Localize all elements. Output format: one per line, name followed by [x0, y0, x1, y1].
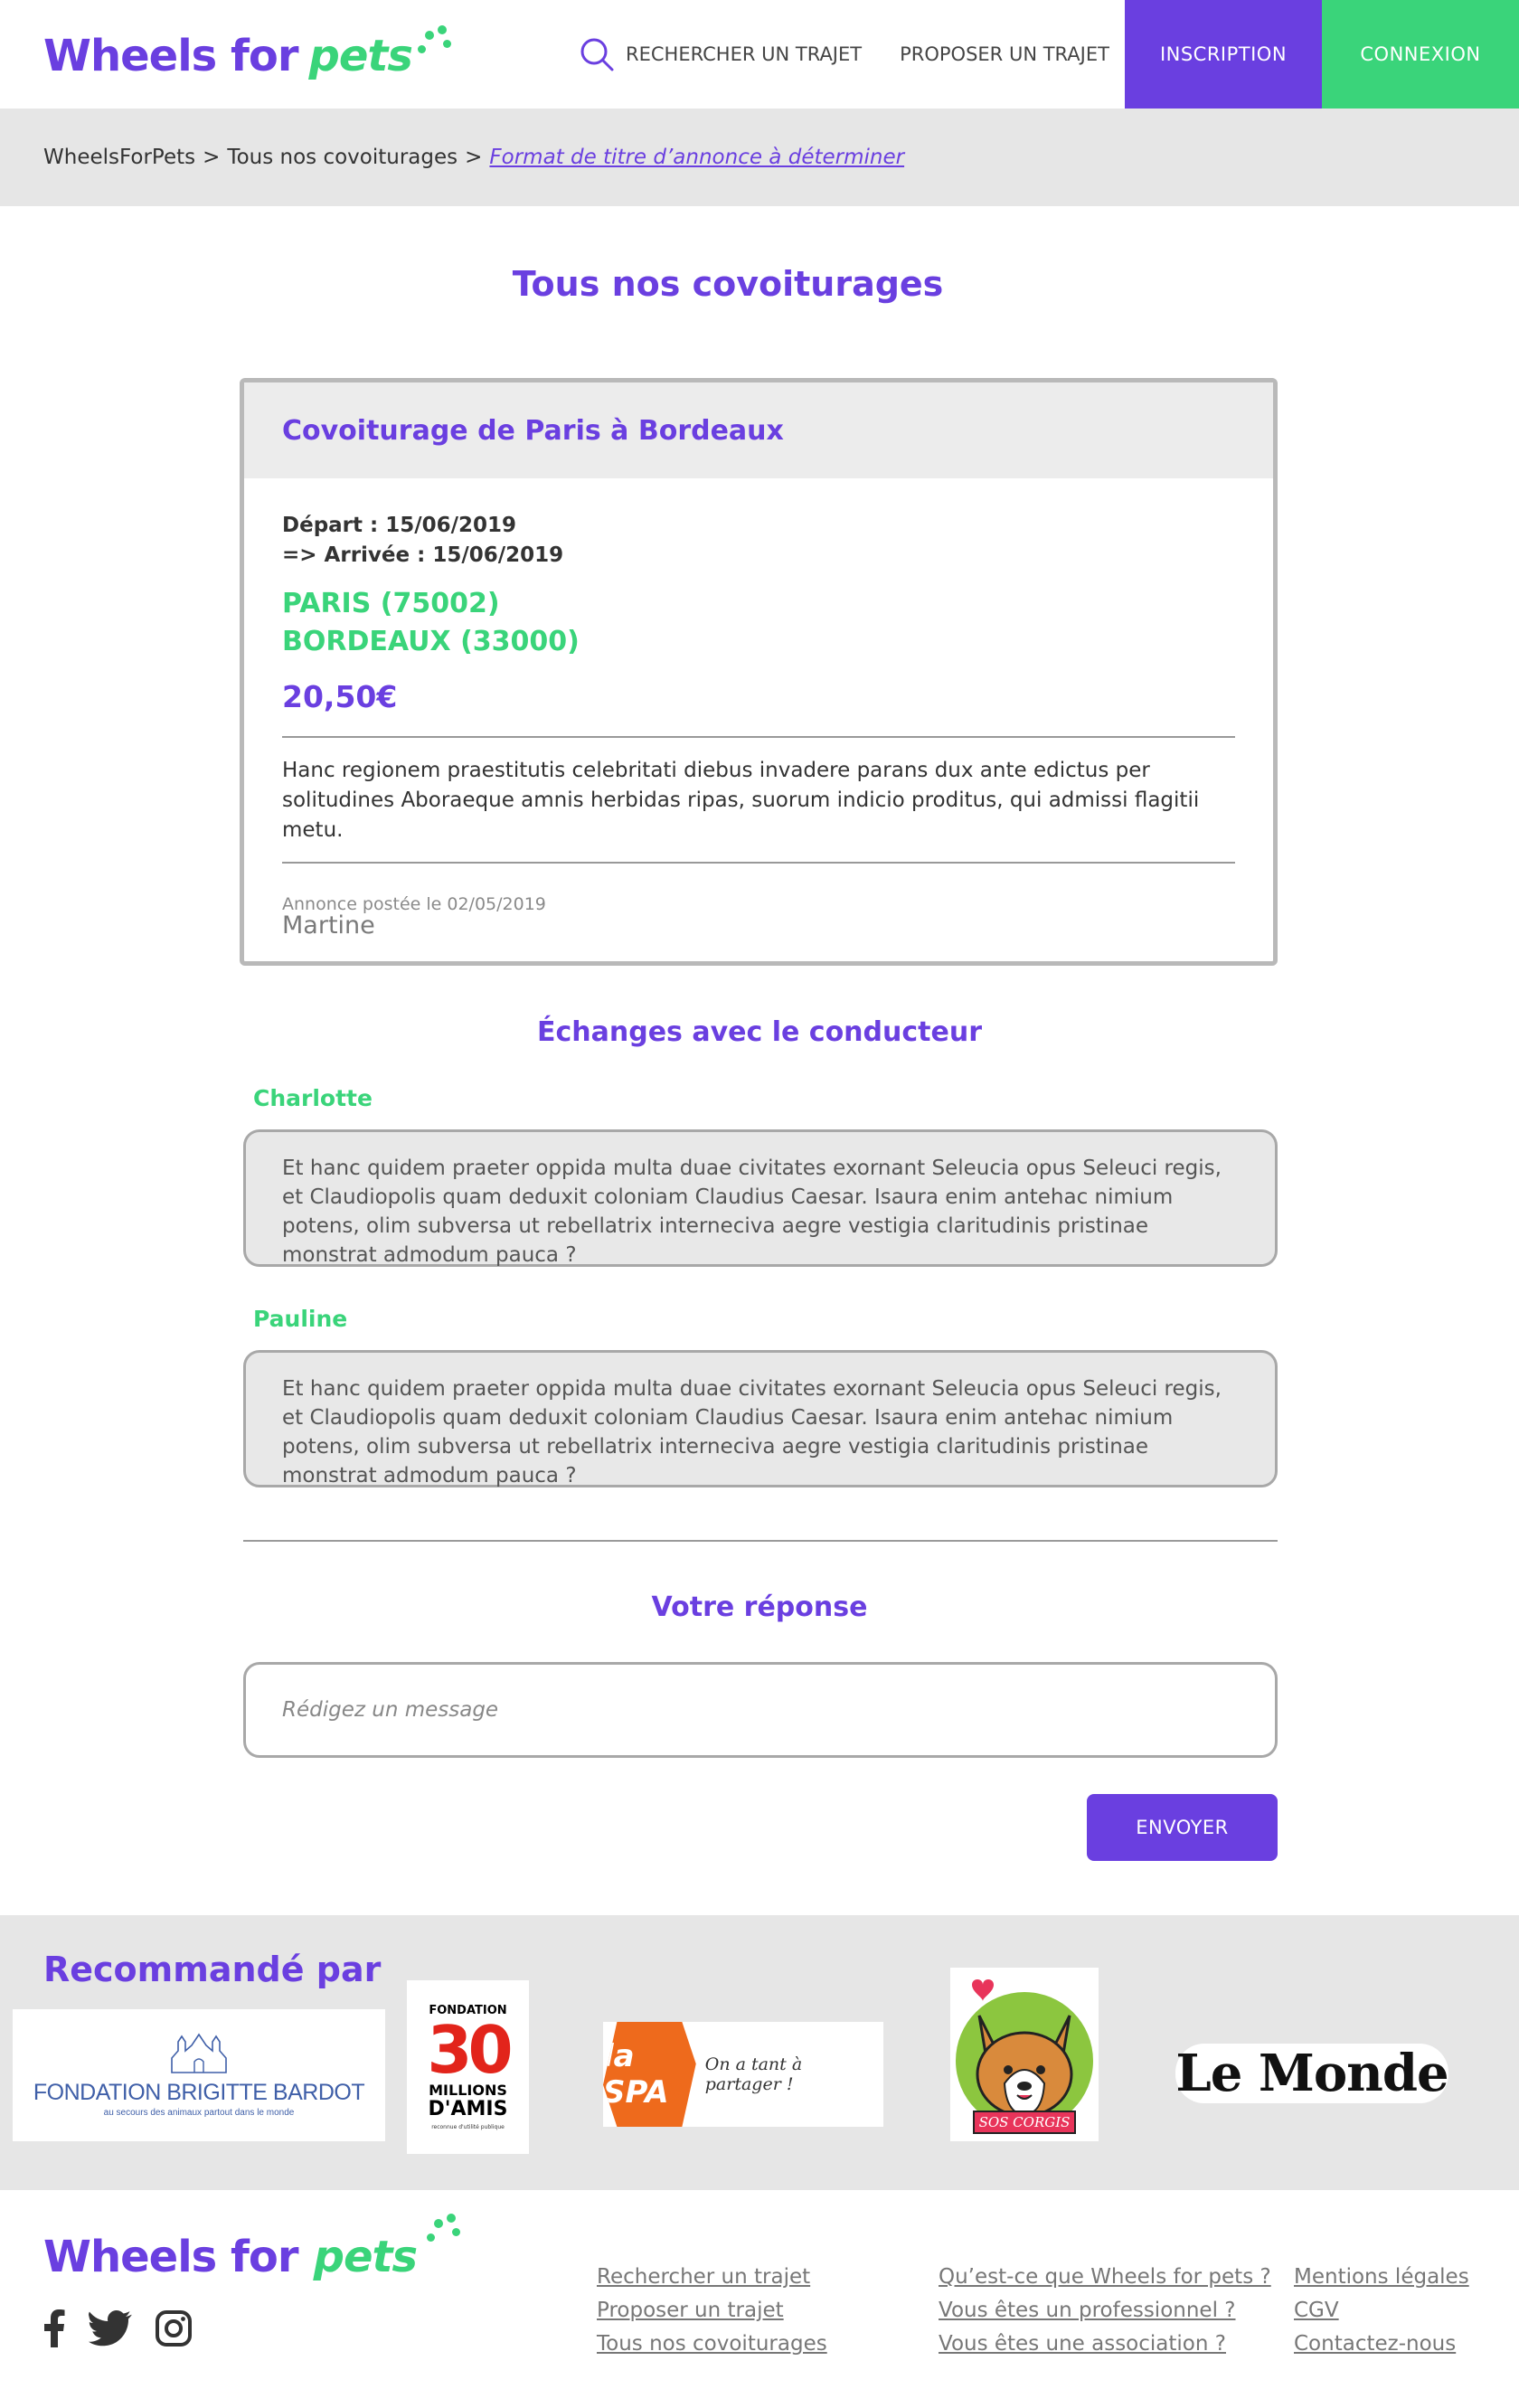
- ride-cities: PARIS (75002) BORDEAUX (33000): [282, 585, 1235, 661]
- nav-search-trip[interactable]: RECHERCHER UN TRAJET: [579, 36, 862, 72]
- breadcrumb: WheelsForPets > Tous nos covoiturages > …: [0, 109, 1519, 206]
- spa-name: la SPA: [603, 2038, 669, 2111]
- spa-tagline: On a tant à partager !: [704, 2054, 803, 2094]
- ride-card: Covoiturage de Paris à Bordeaux Départ :…: [240, 378, 1278, 966]
- logo-la-spa[interactable]: la SPA On a tant à partager !: [603, 2022, 883, 2127]
- to-city: BORDEAUX (33000): [282, 626, 580, 657]
- message-author: Charlotte: [253, 1085, 373, 1111]
- partners-section: Recommandé par FONDATION BRIGITTE BARDOT…: [0, 1915, 1519, 2190]
- logo-main-text: Wheels for: [43, 31, 298, 81]
- logo-30-millions-damis[interactable]: FONDATION 30 MILLIONS D'AMIS reconnue d'…: [407, 1980, 529, 2154]
- logo-le-monde[interactable]: Le Monde: [1175, 2044, 1449, 2103]
- footer-col-legal: Mentions légales CGV Contactez-nous: [1294, 2261, 1469, 2361]
- departure-date: Départ : 15/06/2019: [282, 514, 517, 537]
- main-nav: RECHERCHER UN TRAJET PROPOSER UN TRAJET: [579, 0, 1147, 109]
- arrival-date: => Arrivée : 15/06/2019: [282, 543, 564, 567]
- le-monde-wordmark: Le Monde: [1175, 2044, 1448, 2103]
- message-bubble: Et hanc quidem praeter oppida multa duae…: [243, 1350, 1278, 1487]
- message-input[interactable]: [243, 1662, 1278, 1758]
- message-author: Pauline: [253, 1306, 348, 1332]
- message-bubble: Et hanc quidem praeter oppida multa duae…: [243, 1129, 1278, 1267]
- login-button[interactable]: CONNEXION: [1322, 0, 1519, 109]
- footer-link-association[interactable]: Vous êtes une association ?: [939, 2328, 1271, 2361]
- partners-title: Recommandé par: [43, 1950, 382, 1989]
- logo-fondation-brigitte-bardot[interactable]: FONDATION BRIGITTE BARDOT au secours des…: [13, 2009, 385, 2141]
- section-divider: [243, 1540, 1278, 1542]
- corgi-icon: SOS CORGIS: [956, 1979, 1093, 2134]
- footer-logo[interactable]: Wheels for pets: [43, 2214, 461, 2282]
- ride-price: 20,50€: [282, 679, 398, 714]
- instagram-icon[interactable]: [156, 2310, 192, 2347]
- breadcrumb-separator: >: [465, 146, 483, 169]
- footer-link-about[interactable]: Qu’est-ce que Wheels for pets ?: [939, 2261, 1271, 2294]
- logo-accent-text: pets: [308, 31, 413, 81]
- footer-link-contact[interactable]: Contactez-nous: [1294, 2328, 1469, 2361]
- ride-title: Covoiturage de Paris à Bordeaux: [244, 382, 1273, 478]
- f30-bottom: D'AMIS: [428, 2098, 508, 2120]
- posted-date: Annonce postée le 02/05/2019: [282, 894, 546, 914]
- ride-author: Martine: [282, 911, 375, 940]
- divider: [282, 736, 1235, 738]
- ride-dates: Départ : 15/06/2019 => Arrivée : 15/06/2…: [282, 511, 1235, 571]
- social-links: [43, 2309, 215, 2347]
- breadcrumb-current[interactable]: Format de titre d’annonce à déterminer: [489, 146, 904, 169]
- from-city: PARIS (75002): [282, 588, 500, 619]
- footer-col-trips: Rechercher un trajet Proposer un trajet …: [597, 2261, 827, 2361]
- reply-title: Votre réponse: [651, 1591, 868, 1623]
- footer-link-cgv[interactable]: CGV: [1294, 2294, 1469, 2328]
- breadcrumb-separator: >: [203, 146, 221, 169]
- send-button[interactable]: ENVOYER: [1087, 1794, 1278, 1861]
- breadcrumb-all-rides[interactable]: Tous nos covoiturages: [227, 146, 458, 169]
- bardot-tagline: au secours des animaux partout dans le m…: [103, 2108, 295, 2118]
- f30-mid: MILLIONS: [429, 2082, 507, 2099]
- twitter-icon[interactable]: [89, 2310, 132, 2347]
- site-header: Wheels for pets RECHERCHER UN TRAJET PRO…: [0, 0, 1519, 109]
- signup-button[interactable]: INSCRIPTION: [1125, 0, 1322, 109]
- footer-link-all-rides[interactable]: Tous nos covoiturages: [597, 2328, 827, 2361]
- nav-search-label: RECHERCHER UN TRAJET: [626, 43, 863, 65]
- footer-link-propose[interactable]: Proposer un trajet: [597, 2294, 827, 2328]
- nav-propose-label: PROPOSER UN TRAJET: [900, 43, 1109, 65]
- exchanges-title: Échanges avec le conducteur: [536, 1016, 982, 1048]
- footer-link-professional[interactable]: Vous êtes un professionnel ?: [939, 2294, 1271, 2328]
- search-icon: [580, 38, 614, 71]
- bardot-name: FONDATION BRIGITTE BARDOT: [33, 2080, 365, 2105]
- footer-link-search[interactable]: Rechercher un trajet: [597, 2261, 827, 2294]
- ride-description: Hanc regionem praestitutis celebritati d…: [282, 759, 1200, 842]
- footer-logo-accent: pets: [313, 2232, 418, 2282]
- f30-note: reconnue d'utilité publique: [431, 2124, 505, 2130]
- footer-link-legal[interactable]: Mentions légales: [1294, 2261, 1469, 2294]
- site-logo[interactable]: Wheels for pets: [43, 20, 452, 92]
- sos-corgis-label: SOS CORGIS: [979, 2114, 1071, 2130]
- cathedral-icon: [171, 2033, 227, 2073]
- logo-sos-corgis[interactable]: SOS CORGIS: [950, 1968, 1099, 2141]
- paw-icon: [416, 18, 452, 72]
- footer-col-about: Qu’est-ce que Wheels for pets ? Vous ête…: [939, 2261, 1271, 2361]
- paw-icon: [425, 2206, 461, 2261]
- footer-logo-main: Wheels for: [43, 2232, 298, 2282]
- divider: [282, 862, 1235, 864]
- site-footer: Wheels for pets Rechercher un trajet Pro…: [0, 2190, 1519, 2408]
- breadcrumb-home[interactable]: WheelsForPets: [43, 146, 195, 169]
- f30-number: 30: [427, 2012, 513, 2088]
- facebook-icon[interactable]: [43, 2309, 65, 2347]
- spa-badge: la SPA: [603, 2022, 696, 2127]
- nav-propose-trip[interactable]: PROPOSER UN TRAJET: [900, 43, 1109, 65]
- page-title: Tous nos covoiturages: [512, 264, 944, 304]
